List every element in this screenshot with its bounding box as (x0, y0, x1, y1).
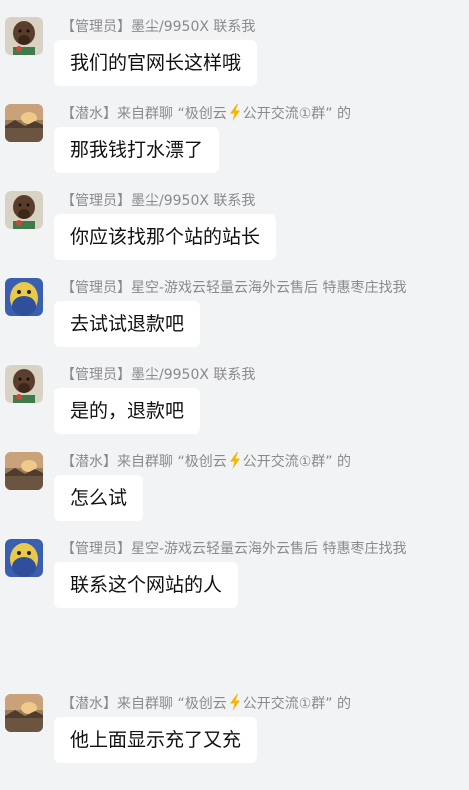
message-bubble[interactable]: 去试试退款吧 (54, 301, 201, 347)
sender-name[interactable]: 【管理员】墨尘/9950X 联系我 (61, 17, 255, 37)
avatar-sunset[interactable] (5, 104, 43, 142)
avatar-sunset[interactable] (5, 694, 43, 732)
sender-name-suffix: 公开交流①群” 的 (242, 106, 351, 122)
message-bubble[interactable]: 他上面显示充了又充 (54, 717, 258, 763)
avatar-dog[interactable] (5, 191, 43, 229)
message-bubble[interactable]: 联系这个网站的人 (54, 562, 239, 608)
lightning-icon (229, 452, 240, 469)
sender-name-suffix: 公开交流①群” 的 (242, 454, 351, 470)
message-bubble[interactable]: 是的，退款吧 (54, 388, 201, 434)
message-bubble[interactable]: 我们的官网长这样哦 (54, 40, 258, 86)
sender-name-prefix: 【潜水】来自群聊 “极创云 (61, 696, 227, 712)
sender-name[interactable]: 【管理员】星空-游戏云轻量云海外云售后 特惠枣庄找我 (61, 539, 407, 559)
lightning-icon (229, 104, 240, 121)
sender-name-prefix: 【潜水】来自群聊 “极创云 (61, 454, 227, 470)
message-bubble[interactable]: 你应该找那个站的站长 (54, 214, 277, 260)
sender-name-suffix: 公开交流①群” 的 (242, 696, 351, 712)
sender-name[interactable]: 【潜水】来自群聊 “极创云 公开交流①群” 的 (61, 694, 351, 714)
sender-name-prefix: 【潜水】来自群聊 “极创云 (61, 106, 227, 122)
sender-name[interactable]: 【潜水】来自群聊 “极创云 公开交流①群” 的 (61, 104, 351, 124)
sender-name[interactable]: 【管理员】墨尘/9950X 联系我 (61, 365, 255, 385)
sender-name[interactable]: 【潜水】来自群聊 “极创云 公开交流①群” 的 (61, 452, 351, 472)
avatar-sunset[interactable] (5, 452, 43, 490)
message-bubble[interactable]: 怎么试 (54, 475, 144, 521)
sender-name[interactable]: 【管理员】星空-游戏云轻量云海外云售后 特惠枣庄找我 (61, 278, 407, 298)
message-bubble[interactable]: 那我钱打水漂了 (54, 127, 220, 173)
avatar-yellow-character[interactable] (5, 539, 43, 577)
lightning-icon (229, 694, 240, 711)
sender-name[interactable]: 【管理员】墨尘/9950X 联系我 (61, 191, 255, 211)
avatar-yellow-character[interactable] (5, 278, 43, 316)
avatar-dog[interactable] (5, 365, 43, 403)
avatar-dog[interactable] (5, 17, 43, 55)
